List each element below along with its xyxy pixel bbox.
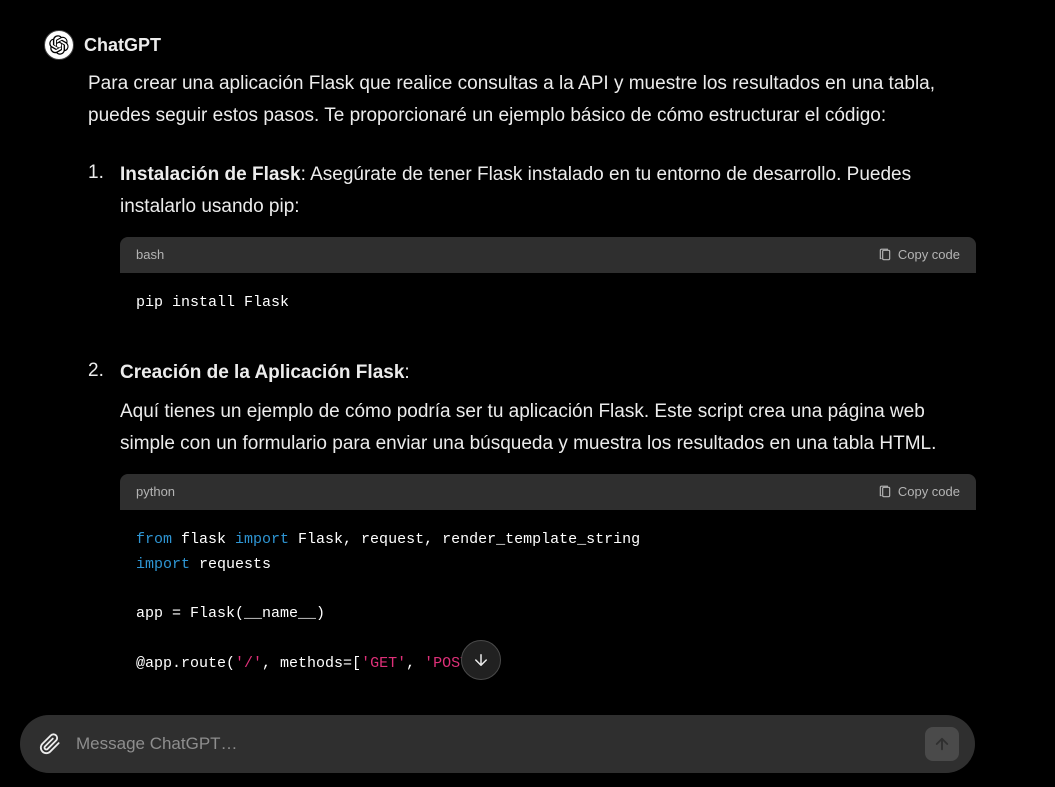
step-1-title: Instalación de Flask (120, 164, 301, 185)
code-header: bash Copy code (120, 237, 976, 273)
paperclip-icon (39, 733, 61, 755)
attach-file-button[interactable] (36, 730, 64, 758)
arrow-down-icon (472, 651, 490, 669)
code-token: 'GET' (361, 655, 406, 672)
steps-list: Instalación de Flask: Asegúrate de tener… (88, 159, 976, 695)
code-content-bash[interactable]: pip install Flask (120, 273, 976, 334)
code-token: flask (172, 531, 235, 548)
step-2-title: Creación de la Aplicación Flask (120, 362, 404, 383)
intro-paragraph: Para crear una aplicación Flask que real… (88, 68, 976, 133)
code-token: import (235, 531, 289, 548)
code-token: '/' (235, 655, 262, 672)
code-token: @app.route( (136, 655, 235, 672)
step-2-text: Creación de la Aplicación Flask: (120, 357, 976, 389)
code-token: , (406, 655, 424, 672)
clipboard-icon (878, 248, 892, 262)
code-block-bash: bash Copy code pip install Flask (120, 237, 976, 333)
chatgpt-avatar (44, 30, 74, 60)
code-token: import (136, 556, 190, 573)
copy-code-button[interactable]: Copy code (878, 245, 960, 265)
clipboard-icon (878, 485, 892, 499)
assistant-message: ChatGPT Para crear una aplicación Flask … (0, 0, 1020, 694)
arrow-up-icon (933, 735, 951, 753)
copy-code-button[interactable]: Copy code (878, 482, 960, 502)
step-item-2: Creación de la Aplicación Flask: Aquí ti… (88, 357, 976, 694)
step-2-subdesc: Aquí tienes un ejemplo de cómo podría se… (120, 396, 976, 461)
copy-code-label: Copy code (898, 245, 960, 265)
message-input[interactable] (76, 734, 913, 754)
code-lang-label: bash (136, 245, 164, 265)
openai-logo-icon (49, 35, 69, 55)
send-button[interactable] (925, 727, 959, 761)
code-token: Flask, request, render_template_string (289, 531, 640, 548)
code-token: from (136, 531, 172, 548)
step-2-desc: : (404, 362, 409, 383)
copy-code-label: Copy code (898, 482, 960, 502)
author-name: ChatGPT (84, 32, 161, 59)
code-token: requests (190, 556, 271, 573)
scroll-to-bottom-button[interactable] (461, 640, 501, 680)
message-header: ChatGPT (44, 30, 976, 60)
code-lang-label: python (136, 482, 175, 502)
code-token: app = Flask(__name__) (136, 605, 325, 622)
message-composer (20, 715, 975, 773)
message-body: Para crear una aplicación Flask que real… (44, 68, 976, 694)
step-1-text: Instalación de Flask: Asegúrate de tener… (120, 159, 976, 224)
code-content-python[interactable]: from flask import Flask, request, render… (120, 510, 976, 695)
code-block-python: python Copy code from flask import Flask… (120, 474, 976, 694)
code-header: python Copy code (120, 474, 976, 510)
step-item-1: Instalación de Flask: Asegúrate de tener… (88, 159, 976, 334)
code-token: , methods=[ (262, 655, 361, 672)
